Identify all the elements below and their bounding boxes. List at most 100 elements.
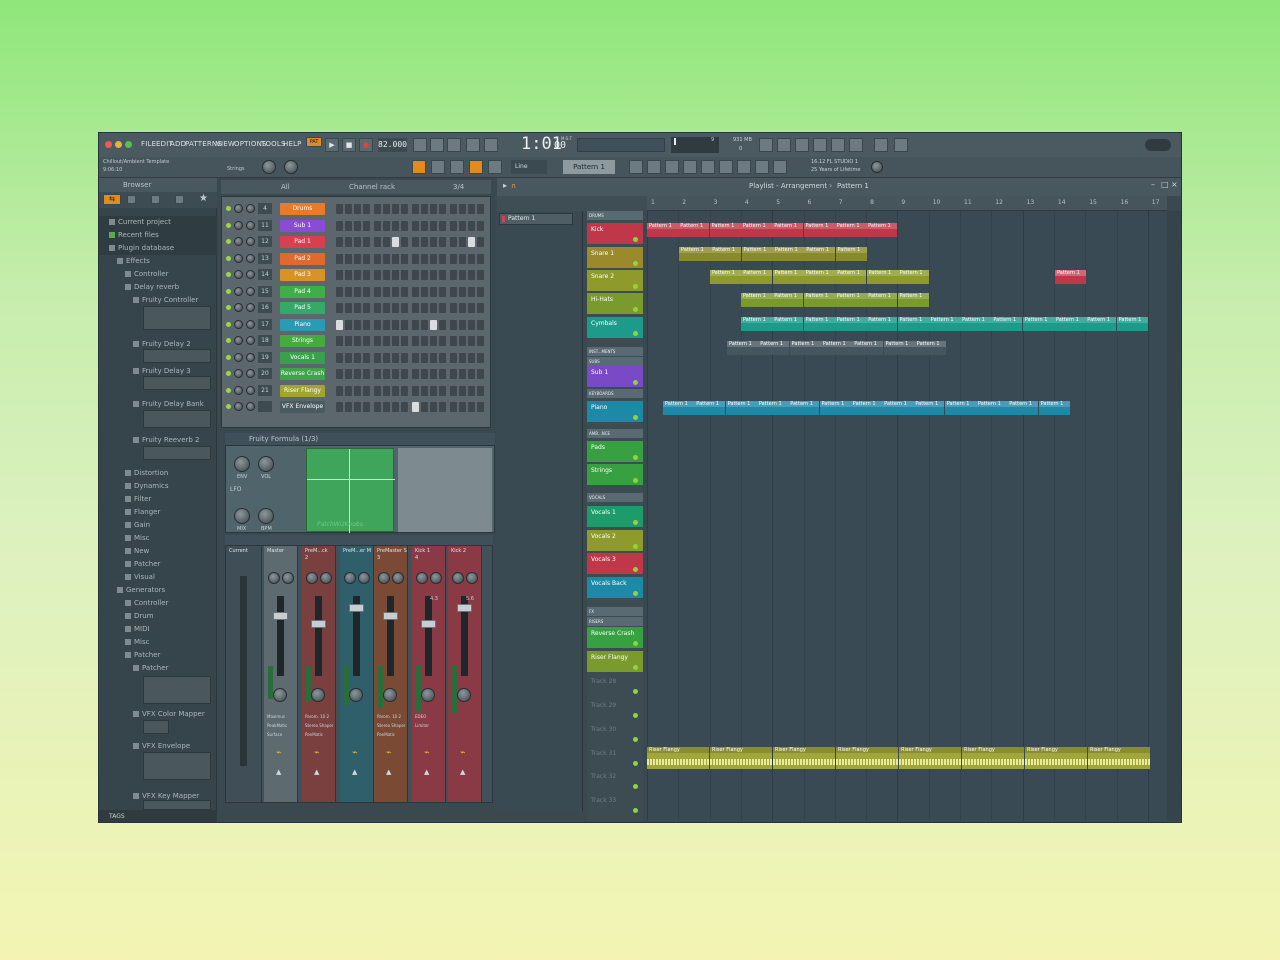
channel-name-button[interactable]: Sub 1 — [280, 219, 325, 232]
pattern-clip[interactable]: Pattern 1 — [772, 293, 804, 307]
track-mute-led[interactable] — [633, 784, 638, 789]
channel-pan-knob[interactable] — [234, 402, 243, 411]
step-button[interactable] — [468, 303, 475, 313]
tempo-tap-icon[interactable] — [773, 160, 787, 174]
audio-clip[interactable]: Riser Flangy — [962, 747, 1024, 769]
step-button[interactable] — [430, 303, 437, 313]
all-tab-icon[interactable]: ⇆ — [103, 194, 121, 205]
step-button[interactable] — [468, 204, 475, 214]
step-button[interactable] — [374, 253, 381, 264]
step-button[interactable] — [392, 220, 399, 231]
step-button[interactable] — [468, 270, 475, 280]
step-button[interactable] — [345, 369, 352, 379]
piano-roll-icon[interactable] — [647, 160, 661, 174]
export-icon[interactable] — [849, 138, 863, 152]
step-button[interactable] — [421, 253, 428, 264]
step-button[interactable] — [336, 369, 343, 379]
pattern-clip[interactable]: Pattern 1 — [897, 293, 929, 307]
track-group-label[interactable]: KEYBOARDS — [587, 389, 643, 398]
step-button[interactable] — [412, 336, 419, 346]
step-button[interactable] — [383, 220, 390, 231]
step-button[interactable] — [354, 303, 361, 313]
channel-volume-knob[interactable] — [246, 402, 255, 411]
step-button[interactable] — [345, 402, 352, 412]
step-button[interactable] — [336, 270, 343, 280]
step-button[interactable] — [401, 319, 408, 330]
step-button[interactable] — [336, 402, 343, 412]
step-button[interactable] — [401, 220, 408, 231]
track-group-label[interactable]: FX — [587, 607, 643, 616]
routing-icon[interactable]: ⌁ — [352, 748, 357, 758]
channel-volume-knob[interactable] — [246, 237, 255, 246]
step-button[interactable] — [468, 220, 475, 231]
browser-item[interactable]: Effects — [99, 255, 217, 268]
step-button[interactable] — [412, 402, 419, 412]
channel-pan-knob[interactable] — [234, 286, 243, 296]
pattern-clip[interactable]: Pattern 1 — [772, 317, 804, 331]
channel-led[interactable] — [226, 255, 231, 261]
track-group-label[interactable]: VOCALS — [587, 493, 643, 502]
track-mute-led[interactable] — [633, 689, 638, 694]
step-button[interactable] — [430, 204, 437, 214]
step-button[interactable] — [392, 369, 399, 379]
ruler-bar-number[interactable]: 16 — [1121, 199, 1129, 206]
step-button[interactable] — [374, 220, 381, 231]
channel-name-button[interactable]: Vocals 1 — [280, 351, 325, 364]
channel-volume-knob[interactable] — [246, 286, 255, 296]
step-button[interactable] — [430, 253, 437, 264]
playlist-arrow-icon[interactable]: ▸ — [503, 181, 507, 190]
pattern-clip[interactable]: Pattern 1 — [803, 293, 835, 307]
mixer-send-knob[interactable] — [273, 688, 287, 702]
countdown-icon[interactable] — [447, 138, 461, 152]
channel-mixer-track[interactable]: 18 — [258, 335, 272, 346]
track-group-label[interactable]: DRUMS — [587, 211, 643, 220]
step-button[interactable] — [421, 220, 428, 231]
step-button[interactable] — [450, 319, 457, 330]
step-button[interactable] — [345, 270, 352, 280]
pattern-clip[interactable]: Pattern 1 — [834, 317, 866, 331]
track-header[interactable]: Reverse Crash — [587, 627, 643, 648]
step-button[interactable] — [401, 237, 408, 247]
cpu-icon[interactable] — [759, 138, 773, 152]
browser-item[interactable]: Delay reverb — [99, 281, 217, 294]
step-button[interactable] — [412, 204, 419, 214]
track-header[interactable]: Snare 2 — [587, 270, 643, 291]
pattern-clip[interactable]: Pattern 1 — [960, 317, 992, 331]
channel-led[interactable] — [226, 222, 231, 228]
channel-pan-knob[interactable] — [234, 352, 243, 362]
channel-name-button[interactable]: Piano — [280, 318, 325, 331]
step-button[interactable] — [354, 385, 361, 396]
mixer-pan-knob[interactable] — [452, 572, 464, 584]
track-header[interactable]: Sub 1 — [587, 366, 643, 387]
step-button[interactable] — [345, 352, 352, 363]
mixer-send-knob[interactable] — [311, 688, 325, 702]
step-button[interactable] — [374, 352, 381, 363]
step-button[interactable] — [392, 352, 399, 363]
track-header[interactable]: Track 32 — [587, 770, 643, 791]
step-button[interactable] — [412, 220, 419, 231]
step-button[interactable] — [374, 237, 381, 247]
step-button[interactable] — [468, 352, 475, 363]
pattern-clip[interactable]: Pattern 1 — [772, 270, 804, 284]
step-button[interactable] — [336, 319, 343, 330]
step-button[interactable] — [354, 369, 361, 379]
tags-label[interactable]: TAGS — [109, 813, 125, 820]
step-button[interactable] — [345, 286, 352, 297]
track-mute-led[interactable] — [633, 415, 638, 420]
track-mute-led[interactable] — [633, 591, 638, 596]
step-button[interactable] — [345, 336, 352, 346]
channel-name-button[interactable]: Pad 2 — [280, 252, 325, 265]
globe-icon[interactable] — [871, 161, 883, 173]
step-button[interactable] — [477, 385, 484, 396]
track-mute-led[interactable] — [633, 567, 638, 572]
pattern-clip[interactable]: Pattern 1 — [679, 247, 710, 261]
step-button[interactable] — [363, 402, 370, 412]
step-button[interactable] — [459, 253, 466, 264]
step-button[interactable] — [421, 286, 428, 297]
ruler-bar-number[interactable]: 7 — [839, 199, 843, 206]
audio-clip[interactable]: Riser Flangy — [1088, 747, 1150, 769]
browser-item[interactable]: MIDI — [99, 623, 217, 636]
step-button[interactable] — [468, 319, 475, 330]
step-button[interactable] — [392, 286, 399, 297]
env-knob[interactable] — [234, 456, 250, 472]
